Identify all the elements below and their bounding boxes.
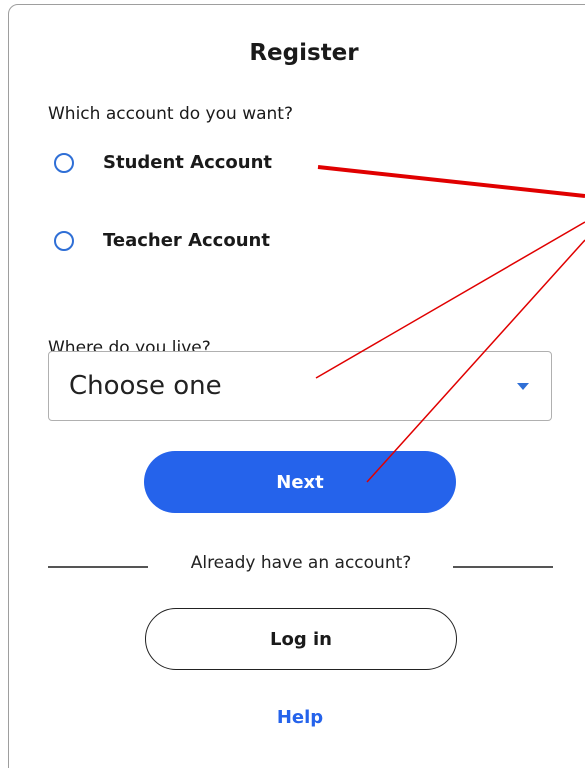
chevron-down-icon	[517, 382, 529, 390]
account-question: Which account do you want?	[48, 104, 293, 124]
help-link[interactable]: Help	[250, 707, 350, 728]
divider-line-right	[453, 566, 553, 568]
radio-student-account[interactable]: Student Account	[54, 152, 272, 173]
radio-unchecked-icon[interactable]	[54, 230, 74, 251]
next-button[interactable]: Next	[144, 451, 456, 513]
divider-line-left	[48, 566, 148, 568]
location-select[interactable]: Choose one	[48, 351, 552, 421]
radio-label-student: Student Account	[103, 152, 273, 173]
radio-unchecked-icon[interactable]	[54, 152, 74, 173]
divider-text: Already have an account?	[190, 553, 412, 573]
location-select-value: Choose one	[69, 371, 222, 401]
radio-teacher-account[interactable]: Teacher Account	[54, 230, 270, 251]
register-screen: Register Which account do you want? Stud…	[0, 0, 585, 768]
radio-label-teacher: Teacher Account	[103, 230, 270, 251]
page-title: Register	[249, 40, 359, 66]
login-button[interactable]: Log in	[145, 608, 457, 670]
